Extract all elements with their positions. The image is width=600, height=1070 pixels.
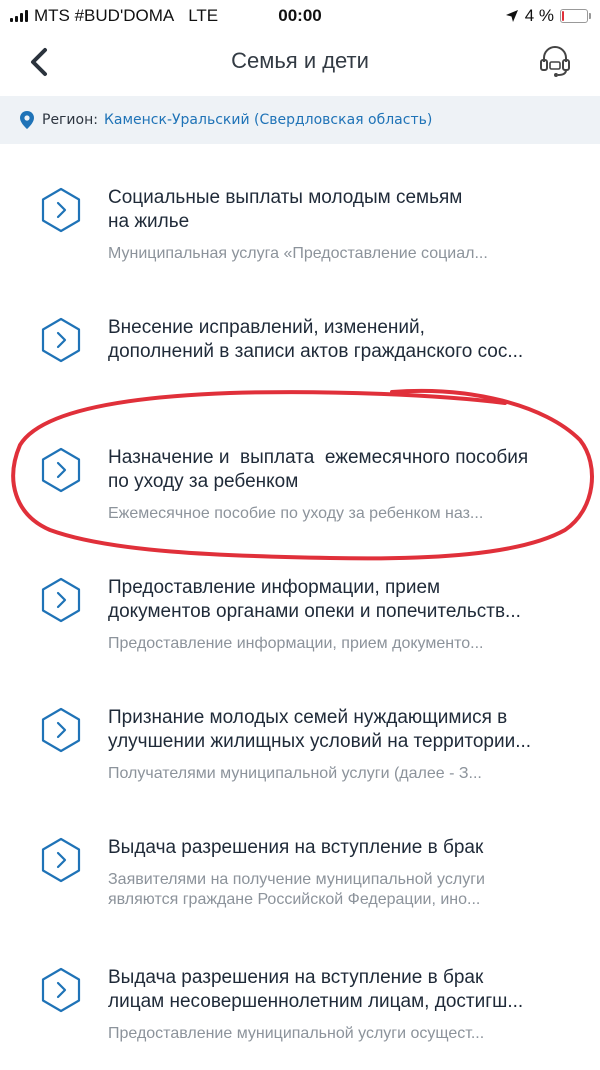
region-label: Регион:	[42, 112, 98, 128]
page-title: Семья и дети	[231, 48, 369, 73]
item-description: Заявителями на получение муниципальной у…	[108, 870, 580, 910]
chevron-right-icon	[41, 707, 81, 753]
item-title-line: на жилье	[108, 211, 190, 232]
item-title-line: лицам несовершеннолетним лицам, достигш.…	[108, 991, 524, 1012]
battery-icon	[560, 9, 591, 23]
item-title-line: улучшении жилищных условий на территории…	[108, 731, 532, 752]
region-bar[interactable]: Регион: Каменск-Уральский (Свердловская …	[0, 96, 600, 144]
item-description: Предоставление муниципальной услуги осущ…	[108, 1024, 580, 1044]
item-desc-line: Заявителями на получение муниципальной у…	[108, 871, 485, 888]
nav-bar: Семья и дети	[0, 30, 600, 94]
support-button[interactable]	[536, 42, 574, 80]
item-title: Назначение и выплата ежемесячного пособи…	[108, 446, 580, 494]
item-desc-line: являются граждане Российской Федерации, …	[108, 891, 481, 908]
item-desc-line: Предоставление информации, прием докумен…	[108, 635, 484, 652]
list-item[interactable]: Выдача разрешения на вступление в брак З…	[0, 810, 600, 940]
chevron-right-icon	[41, 967, 81, 1013]
list-item[interactable]: Социальные выплаты молодым семьям на жил…	[0, 160, 600, 290]
item-title-line: Социальные выплаты молодым семьям	[108, 187, 463, 208]
chevron-right-icon	[41, 837, 81, 883]
item-desc-line: Получателями муниципальной услуги (далее…	[108, 765, 482, 782]
item-title: Выдача разрешения на вступление в брак	[108, 836, 580, 860]
service-list: Социальные выплаты молодым семьям на жил…	[0, 160, 600, 1070]
chevron-right-icon	[41, 317, 81, 363]
item-title: Признание молодых семей нуждающимися в у…	[108, 706, 580, 754]
item-title-line: документов органами опеки и попечительст…	[108, 601, 521, 622]
map-pin-icon	[20, 111, 34, 129]
headset-icon	[540, 46, 570, 77]
region-value[interactable]: Каменск-Уральский (Свердловская область)	[104, 112, 432, 128]
list-item[interactable]: Назначение и выплата ежемесячного пособи…	[0, 420, 600, 550]
item-description: Получателями муниципальной услуги (далее…	[108, 764, 580, 784]
item-title: Внесение исправлений, изменений, дополне…	[108, 316, 580, 364]
item-title-line: дополнений в записи актов гражданского с…	[108, 341, 524, 362]
item-title-line: Признание молодых семей нуждающимися в	[108, 707, 508, 728]
item-title-line: Внесение исправлений, изменений,	[108, 317, 425, 338]
item-title-line: Предоставление информации, прием	[108, 577, 441, 598]
status-right: 4 %	[505, 6, 591, 26]
chevron-right-icon	[41, 577, 81, 623]
status-bar: MTS #BUD'DOMA LTE 00:00 4 %	[0, 0, 600, 30]
item-title: Социальные выплаты молодым семьям на жил…	[108, 186, 580, 234]
item-title-line: Выдача разрешения на вступление в брак	[108, 967, 484, 988]
chevron-right-icon	[41, 447, 81, 493]
item-desc-line: Предоставление муниципальной услуги осущ…	[108, 1025, 485, 1042]
item-title-line: по уходу за ребенком	[108, 471, 299, 492]
item-description: Муниципальная услуга «Предоставление соц…	[108, 244, 580, 264]
list-item[interactable]: Выдача разрешения на вступление в брак л…	[0, 940, 600, 1070]
item-title-line: Выдача разрешения на вступление в брак	[108, 837, 484, 858]
item-title-line: Назначение и выплата ежемесячного пособи…	[108, 447, 529, 468]
battery-percent: 4 %	[524, 6, 554, 25]
list-item[interactable]: Признание молодых семей нуждающимися в у…	[0, 680, 600, 810]
item-desc-line: Ежемесячное пособие по уходу за ребенком…	[108, 505, 484, 522]
list-item[interactable]: Внесение исправлений, изменений, дополне…	[0, 290, 600, 420]
item-description: Ежемесячное пособие по уходу за ребенком…	[108, 504, 580, 524]
item-title: Выдача разрешения на вступление в брак л…	[108, 966, 580, 1014]
item-title: Предоставление информации, прием докумен…	[108, 576, 580, 624]
item-desc-line: Муниципальная услуга «Предоставление соц…	[108, 245, 488, 262]
location-arrow-icon	[505, 10, 518, 22]
chevron-right-icon	[41, 187, 81, 233]
battery-fill	[562, 11, 564, 21]
item-description: Предоставление информации, прием докумен…	[108, 634, 580, 654]
list-item[interactable]: Предоставление информации, прием докумен…	[0, 550, 600, 680]
